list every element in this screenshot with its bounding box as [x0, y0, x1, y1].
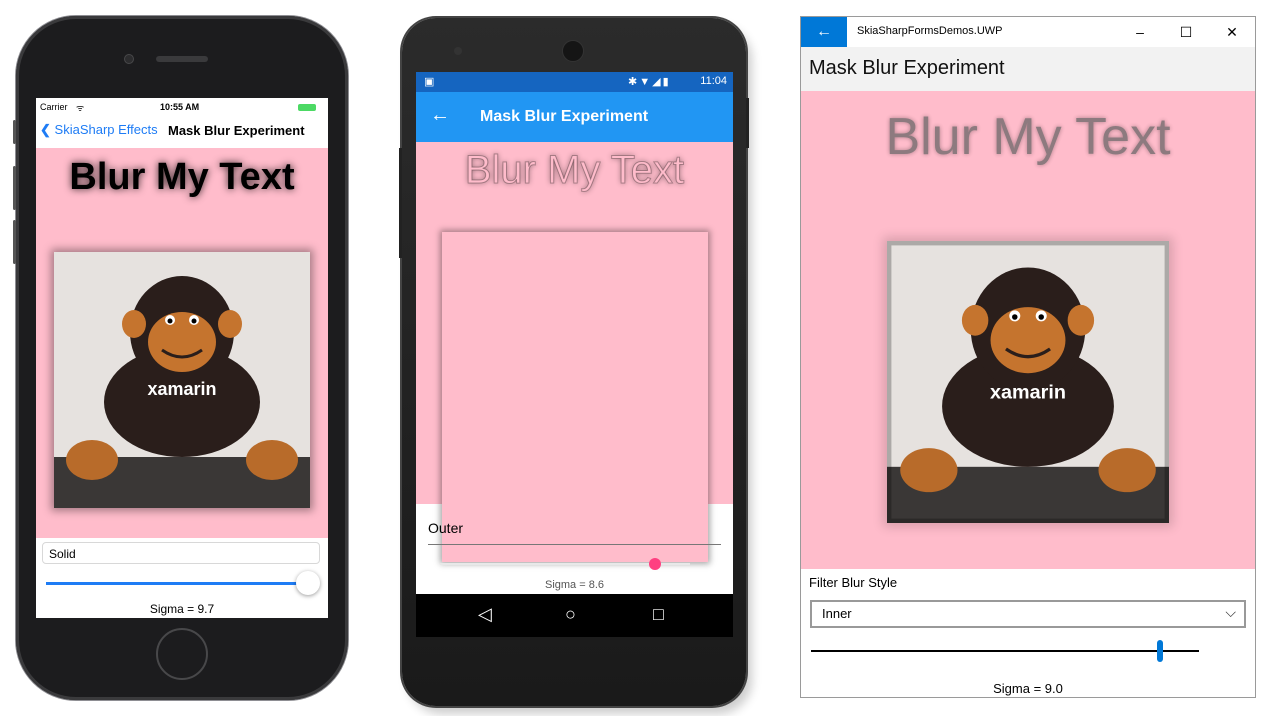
ios-sigma-slider[interactable]	[46, 571, 320, 595]
android-notification-icon: ▣	[424, 76, 435, 88]
svg-text:xamarin: xamarin	[990, 382, 1066, 404]
uwp-page-header: Mask Blur Experiment	[801, 47, 1255, 91]
nav-home-icon[interactable]: ○	[565, 604, 576, 625]
android-clock: 11:04	[700, 75, 727, 87]
svg-text:xamarin: xamarin	[147, 379, 216, 399]
chevron-down-icon: ⌵	[1225, 604, 1236, 620]
ios-status-bar: Carrier ᯤ 10:55 AM	[36, 98, 328, 116]
uwp-sigma-slider[interactable]	[811, 640, 1199, 662]
uwp-sigma-label: Sigma = 9.0	[993, 681, 1063, 696]
battery-icon	[298, 104, 316, 111]
ios-slider-thumb[interactable]	[295, 571, 320, 595]
volume-button	[399, 148, 402, 258]
uwp-slider-thumb[interactable]	[1157, 640, 1164, 662]
status-icons: ✱▼◢▮	[628, 76, 671, 88]
wifi-icon: ᯤ	[76, 103, 85, 113]
android-navigation-bar: ◁ ○ □	[416, 594, 733, 637]
blurred-text: Blur My Text	[69, 156, 295, 198]
front-camera	[124, 54, 134, 64]
uwp-canvas-view: Blur My Text xamarin	[801, 91, 1255, 569]
uwp-filter-blur-style-label: Filter Blur Style	[809, 575, 898, 590]
back-arrow-icon[interactable]: ←	[430, 104, 450, 127]
blurred-text: Blur My Text	[885, 108, 1171, 166]
android-blur-style-picker[interactable]: Outer	[428, 520, 721, 545]
maximize-icon[interactable]: ☐	[1163, 17, 1209, 47]
minimize-icon[interactable]: –	[1117, 17, 1163, 47]
android-page-title: Mask Blur Experiment	[480, 108, 649, 125]
uwp-combobox-value: Inner	[822, 606, 852, 621]
mute-switch	[13, 120, 16, 144]
ios-blur-style-picker[interactable]: Solid	[42, 542, 320, 564]
nav-back-icon[interactable]: ◁	[478, 604, 492, 625]
ios-canvas-view: Blur My Text xamarin	[36, 148, 328, 538]
android-screen: ▣ ✱▼◢▮ 11:04 ← Mask Blur Experiment Blur…	[416, 72, 733, 637]
monkey-photo: xamarin	[54, 252, 310, 508]
android-canvas-view: Blur My Text	[416, 142, 733, 562]
blurred-text: Blur My Text	[464, 148, 685, 193]
ios-slider-fill	[46, 582, 308, 585]
earpiece-speaker	[156, 56, 208, 62]
ios-page-title: Mask Blur Experiment	[168, 123, 305, 138]
close-icon[interactable]: ✕	[1209, 17, 1255, 47]
ios-clock: 10:55 AM	[160, 102, 200, 112]
ios-back-label: SkiaSharp Effects	[54, 122, 158, 137]
volume-down-button	[13, 220, 16, 264]
nav-recents-icon[interactable]: □	[653, 604, 664, 625]
volume-up-button	[13, 166, 16, 210]
monkey-photo: xamarin	[887, 241, 1169, 523]
uwp-blur-style-combobox[interactable]: Inner ⌵	[810, 600, 1246, 628]
android-sigma-label: Sigma = 8.6	[544, 579, 604, 591]
android-app-bar: ← Mask Blur Experiment	[416, 92, 733, 142]
uwp-app-title: SkiaSharpFormsDemos.UWP	[857, 25, 1003, 37]
android-sigma-slider[interactable]	[440, 558, 690, 570]
back-arrow-icon[interactable]: ←	[801, 17, 847, 47]
uwp-title-bar: ← SkiaSharpFormsDemos.UWP – ☐ ✕	[801, 17, 1255, 47]
home-button[interactable]	[156, 628, 208, 680]
ios-screen: Carrier ᯤ 10:55 AM ❮ SkiaSharp Effects M…	[36, 98, 328, 618]
ios-sigma-label: Sigma = 9.7	[149, 602, 215, 616]
uwp-page-title: Mask Blur Experiment	[809, 57, 1005, 79]
uwp-window: ← SkiaSharpFormsDemos.UWP – ☐ ✕ Mask Blu…	[800, 16, 1256, 698]
ios-back-button[interactable]: ❮ SkiaSharp Effects	[40, 122, 158, 138]
chevron-left-icon: ❮	[40, 122, 51, 137]
outer-blurred-photo	[442, 232, 708, 562]
front-camera	[562, 40, 584, 62]
power-button	[746, 98, 749, 148]
android-status-bar: ▣ ✱▼◢▮ 11:04	[416, 72, 733, 92]
proximity-sensor	[454, 47, 462, 55]
carrier-label: Carrier	[40, 102, 68, 112]
ios-navigation-bar: ❮ SkiaSharp Effects Mask Blur Experiment	[36, 116, 328, 149]
android-slider-thumb[interactable]	[649, 558, 661, 570]
